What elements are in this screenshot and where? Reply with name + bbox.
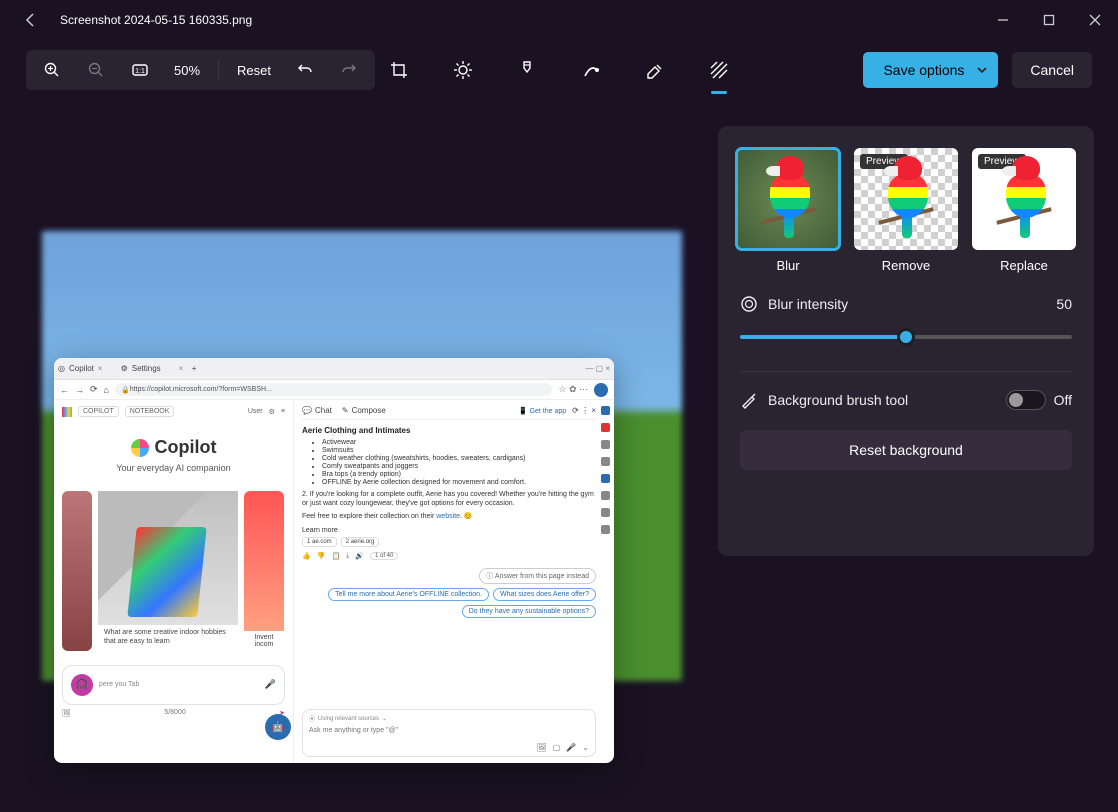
- address-bar: 🔒https://copilot.microsoft.com/?form=WSB…: [115, 383, 552, 396]
- zoom-percent[interactable]: 50%: [164, 63, 210, 78]
- separator: [740, 371, 1072, 372]
- browser-tab-settings: ⚙Settings: [121, 364, 161, 373]
- background-panel: Blur Preview Remove Preview Replace: [718, 126, 1094, 556]
- copilot-tagline: Your everyday AI companion: [62, 463, 285, 473]
- char-counter: 5/8000: [164, 709, 185, 716]
- close-button[interactable]: [1072, 0, 1118, 40]
- option-blur[interactable]: [736, 148, 840, 250]
- brush-toggle-state: Off: [1054, 392, 1072, 408]
- crop-tool[interactable]: [378, 50, 420, 90]
- reset-button[interactable]: Reset: [227, 63, 281, 78]
- fit-to-screen-button[interactable]: 1:1: [120, 53, 160, 87]
- blur-intensity-slider[interactable]: [740, 327, 1072, 347]
- blur-icon: [740, 295, 758, 313]
- background-tool[interactable]: [698, 50, 740, 90]
- cancel-button[interactable]: Cancel: [1012, 52, 1092, 88]
- card-caption: What are some creative indoor hobbies th…: [98, 625, 238, 651]
- chat-heading: Aerie Clothing and Intimates: [302, 426, 596, 435]
- brush-icon: [740, 391, 758, 409]
- user-avatar: 🎧: [71, 674, 93, 696]
- erase-tool[interactable]: [634, 50, 676, 90]
- maximize-button[interactable]: [1026, 0, 1072, 40]
- option-remove-label: Remove: [882, 258, 930, 273]
- browser-tab-new: × +: [179, 364, 197, 373]
- back-button[interactable]: [8, 4, 54, 36]
- undo-button[interactable]: [285, 53, 325, 87]
- image-canvas[interactable]: ◎Copilot× ⚙Settings × + — ▢ × ←→⟳⌂ 🔒http…: [0, 100, 718, 812]
- separator: [218, 60, 219, 80]
- reset-background-label: Reset background: [849, 442, 963, 458]
- save-options-button[interactable]: Save options: [863, 52, 998, 88]
- svg-text:1:1: 1:1: [135, 68, 145, 75]
- option-replace[interactable]: Preview: [972, 148, 1076, 250]
- compose-tab: Compose: [352, 406, 386, 415]
- chat-tab: Chat: [315, 406, 332, 415]
- user-label: User: [248, 408, 263, 415]
- copilot-brand: Copilot: [155, 437, 217, 458]
- ask-input: Ask me anything or type "@": [309, 727, 589, 734]
- option-remove[interactable]: Preview: [854, 148, 958, 250]
- markup-tool[interactable]: [506, 50, 548, 90]
- brush-tool-label: Background brush tool: [768, 392, 908, 408]
- redo-button[interactable]: [329, 53, 369, 87]
- brush-toggle[interactable]: [1006, 390, 1046, 410]
- adjust-tool[interactable]: [442, 50, 484, 90]
- minimize-button[interactable]: [980, 0, 1026, 40]
- chat-input: pere you Tab: [99, 681, 259, 688]
- reset-background-button[interactable]: Reset background: [740, 430, 1072, 470]
- option-blur-label: Blur: [776, 258, 799, 273]
- preview-browser-window: ◎Copilot× ⚙Settings × + — ▢ × ←→⟳⌂ 🔒http…: [54, 358, 614, 763]
- blur-intensity-label: Blur intensity: [768, 296, 848, 312]
- cancel-label: Cancel: [1030, 62, 1074, 78]
- zoom-out-button[interactable]: [76, 53, 116, 87]
- blur-intensity-value: 50: [1056, 296, 1072, 312]
- option-replace-label: Replace: [1000, 258, 1048, 273]
- save-options-label: Save options: [883, 62, 964, 78]
- retouch-tool[interactable]: [570, 50, 612, 90]
- learn-more: Learn more: [302, 527, 596, 534]
- nav-notebook: NOTEBOOK: [125, 406, 175, 417]
- nav-copilot: COPILOT: [78, 406, 119, 417]
- window-title: Screenshot 2024-05-15 160335.png: [60, 13, 252, 27]
- browser-tab-copilot: ◎Copilot×: [58, 364, 103, 373]
- chevron-down-icon: [976, 64, 988, 76]
- zoom-in-button[interactable]: [32, 53, 72, 87]
